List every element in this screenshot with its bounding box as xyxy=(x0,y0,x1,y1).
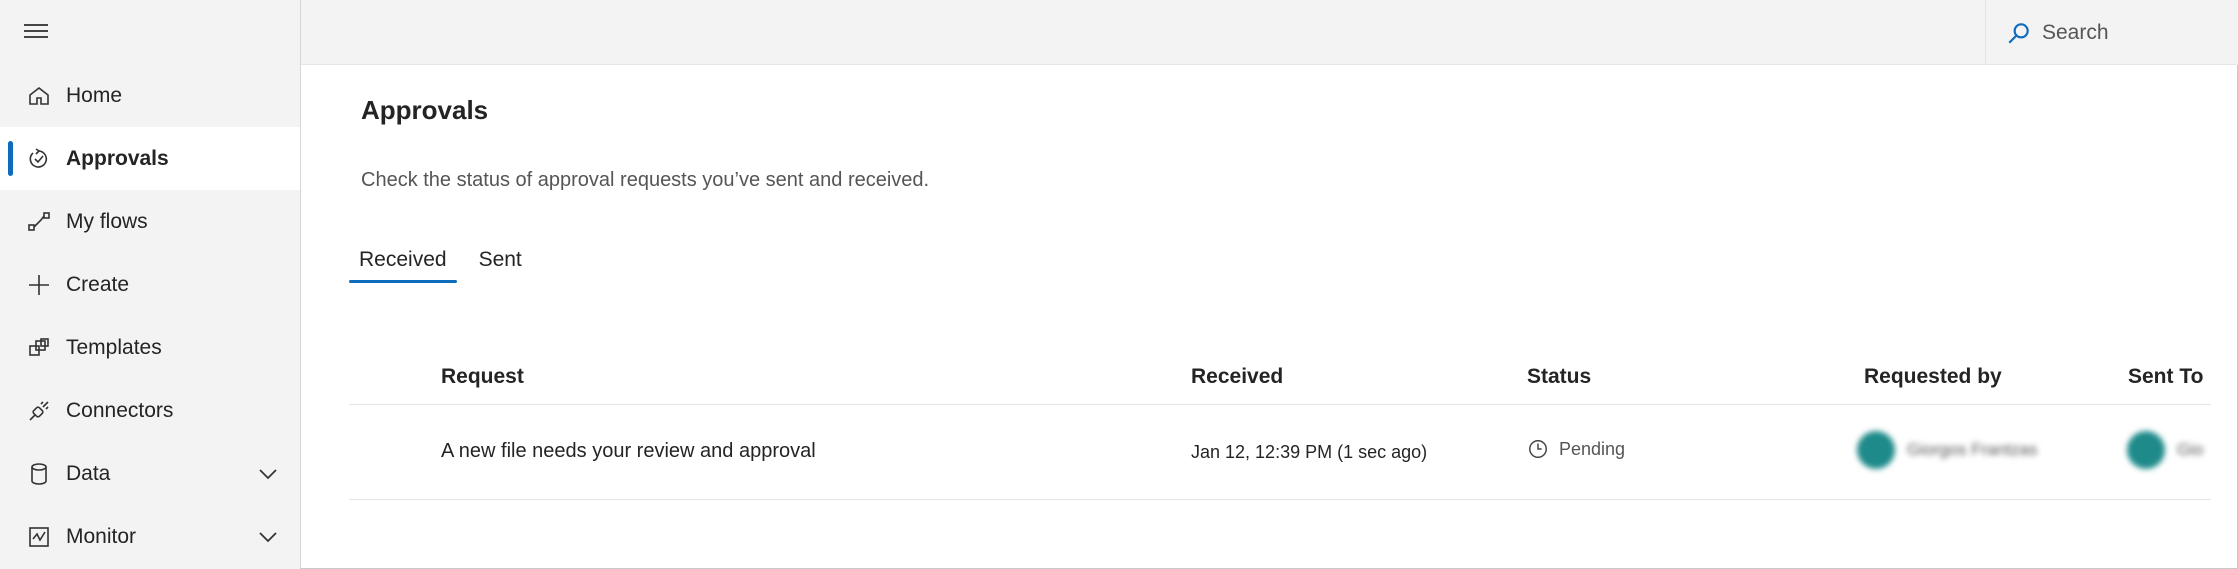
recipient-name: Gio xyxy=(2177,440,2204,459)
search-box[interactable]: Search xyxy=(1985,0,2238,65)
requested-by-cell: Giorgos Frantzas xyxy=(1857,431,2037,469)
sidebar-item-connectors[interactable]: Connectors xyxy=(0,379,300,442)
sidebar-item-label: Data xyxy=(66,461,111,485)
column-header-status[interactable]: Status xyxy=(1527,365,1591,389)
avatar xyxy=(2127,431,2165,469)
page-subtitle: Check the status of approval requests yo… xyxy=(361,169,930,191)
tab-bar: Received Sent xyxy=(349,245,544,285)
column-header-sent-to[interactable]: Sent To xyxy=(2128,365,2203,389)
sidebar-item-label: My flows xyxy=(66,209,148,233)
sidebar-nav: Home Approvals My flows Create Templates xyxy=(0,64,300,568)
approvals-table: Request Received Status Requested by Sen… xyxy=(349,355,2211,500)
sidebar-item-data[interactable]: Data xyxy=(0,442,300,505)
templates-icon xyxy=(26,335,52,361)
status-cell: Pending xyxy=(1527,438,1625,460)
sidebar-item-approvals[interactable]: Approvals xyxy=(0,127,300,190)
monitor-icon xyxy=(26,524,52,550)
tab-received[interactable]: Received xyxy=(349,245,457,285)
sidebar-item-monitor[interactable]: Monitor xyxy=(0,505,300,568)
request-cell[interactable]: A new file needs your review and approva… xyxy=(441,440,816,463)
sidebar-item-home[interactable]: Home xyxy=(0,64,300,127)
tab-sent[interactable]: Sent xyxy=(469,245,532,285)
plus-icon xyxy=(26,272,52,298)
search-icon xyxy=(2008,22,2029,44)
clock-icon xyxy=(1529,440,1547,458)
received-cell: Jan 12, 12:39 PM (1 sec ago) xyxy=(1191,442,1428,462)
main-content: Approvals Check the status of approval r… xyxy=(301,65,2238,569)
chevron-down-icon[interactable] xyxy=(256,525,280,549)
sidebar: Home Approvals My flows Create Templates xyxy=(0,0,301,569)
chevron-down-icon[interactable] xyxy=(256,462,280,486)
column-header-requested-by[interactable]: Requested by xyxy=(1864,365,2002,389)
sidebar-item-label: Approvals xyxy=(66,146,169,170)
status-badge: Pending xyxy=(1559,438,1626,459)
sidebar-item-label: Connectors xyxy=(66,398,174,422)
approvals-icon xyxy=(26,146,52,172)
column-header-received[interactable]: Received xyxy=(1191,365,1283,389)
sidebar-item-label: Monitor xyxy=(66,524,137,548)
sent-to-cell: Gio xyxy=(2127,431,2203,469)
sidebar-item-label: Templates xyxy=(66,335,162,359)
home-icon xyxy=(26,83,52,109)
sidebar-item-templates[interactable]: Templates xyxy=(0,316,300,379)
sidebar-item-label: Create xyxy=(66,272,130,296)
database-icon xyxy=(26,461,52,487)
table-row[interactable]: A new file needs your review and approva… xyxy=(349,405,2211,500)
search-placeholder: Search xyxy=(2042,20,2109,44)
page-title: Approvals xyxy=(361,95,489,125)
connectors-icon xyxy=(26,398,52,424)
top-bar: Search xyxy=(301,0,2238,65)
requester-name: Giorgos Frantzas xyxy=(1907,440,2038,459)
sidebar-item-create[interactable]: Create xyxy=(0,253,300,316)
flows-icon xyxy=(26,209,52,235)
hamburger-menu-icon[interactable] xyxy=(22,20,52,42)
sidebar-item-my-flows[interactable]: My flows xyxy=(0,190,300,253)
sidebar-item-label: Home xyxy=(66,83,123,107)
avatar xyxy=(1857,431,1895,469)
table-header: Request Received Status Requested by Sen… xyxy=(349,355,2211,405)
column-header-request[interactable]: Request xyxy=(441,365,524,389)
